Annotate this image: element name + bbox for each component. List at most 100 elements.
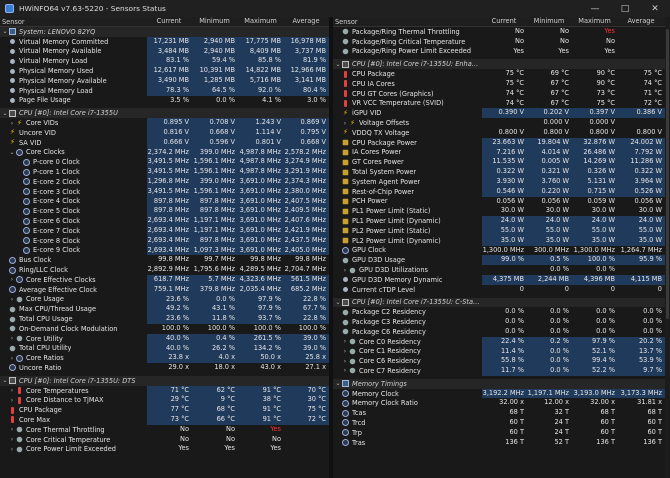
sensor-row[interactable]: CPU GT Cores (Graphics) 74 °C 67 °C 73 °C 71…: [333, 89, 670, 99]
sensor-row[interactable]: › Core C1 Residency 11.4 % 0.0 % 52.1 % 13.7 …: [333, 346, 670, 357]
sensor-row[interactable]: Tras 136 T 52 T 136 T 136 T: [333, 438, 670, 448]
sensor-row[interactable]: Current cTDP Level 0 0 0 0: [333, 285, 670, 295]
expand-chevron-icon[interactable]: ›: [8, 276, 16, 283]
sensor-row[interactable]: › Core Usage 23.6 % 0.0 % 97.9 % 22.8 %: [0, 294, 329, 305]
sensor-row[interactable]: Physical Memory Used 12,617 MB 10,391 MB 14…: [0, 66, 329, 76]
expand-chevron-icon[interactable]: ›: [341, 348, 349, 355]
sensor-row[interactable]: Package C3 Residency 0.0 % 0.0 % 0.0 % 0.0 %: [333, 317, 670, 327]
header-current[interactable]: Current: [147, 17, 192, 26]
expand-chevron-icon[interactable]: ›: [8, 436, 16, 443]
sensor-row[interactable]: Page File Usage 3.5 % 0.0 % 4.1 % 3.0 %: [0, 96, 329, 106]
sensor-row[interactable]: › Core Temperatures 71 °C 62 °C 91 °C 70 °C: [0, 385, 329, 396]
sensor-row[interactable]: PL2 Power Limit (Dynamic) 35.0 W 35.0 W 35.…: [333, 235, 670, 246]
expand-chevron-icon[interactable]: ›: [341, 367, 349, 374]
sensor-row[interactable]: › GPU D3D Utilizations 0.0 % 0.0 %: [333, 265, 670, 275]
sensor-group-header[interactable]: ⌄ Memory Timings: [333, 378, 670, 389]
expand-chevron-icon[interactable]: ›: [8, 446, 16, 453]
sensor-row[interactable]: E-core 6 Clock 2,693.4 MHz 1,197.1 MHz 3,69…: [0, 216, 329, 226]
sensor-row[interactable]: › Core Effective Clocks 618.7 MHz 5.7 MHz 4,…: [0, 274, 329, 285]
sensor-row[interactable]: Max CPU/Thread Usage 49.2 % 43.1 % 97.9 % 67…: [0, 304, 329, 315]
sensor-row[interactable]: PL2 Power Limit (Static) 55.0 W 55.0 W 55.0…: [333, 225, 670, 236]
sensor-row[interactable]: › ⚡ Voltage Offsets 0.000 V 0.000 V: [333, 118, 670, 128]
sensor-row[interactable]: Core Max 73 °C 66 °C 91 °C 72 °C: [0, 415, 329, 425]
sensor-row[interactable]: CPU Package 77 °C 68 °C 91 °C 75 °C: [0, 405, 329, 416]
sensor-row[interactable]: CPU IA Cores 75 °C 67 °C 90 °C 74 °C: [333, 79, 670, 89]
sensor-row[interactable]: Virtual Memory Load 83.1 % 59.4 % 85.8 % 81.…: [0, 56, 329, 67]
expand-chevron-icon[interactable]: ›: [8, 296, 16, 303]
maximize-button[interactable]: □: [610, 0, 640, 17]
sensor-group-header[interactable]: ⌄ CPU [#0]: Intel Core i7-1355U: [0, 108, 329, 119]
expand-chevron-icon[interactable]: ›: [341, 267, 349, 274]
sensor-row[interactable]: P-core 1 Clock 3,491.5 MHz 1,596.1 MHz 4,98…: [0, 167, 329, 177]
sensor-row[interactable]: › Core Ratios 23.8 x 4.0 x 50.0 x 25.8 x: [0, 353, 329, 364]
right-sensor-pane[interactable]: Sensor Current Minimum Maximum Average P…: [333, 17, 670, 478]
sensor-row[interactable]: › Core Utility 40.0 % 0.4 % 261.5 % 39.0 %: [0, 333, 329, 344]
sensor-row[interactable]: ⌄ Core Clocks 2,374.2 MHz 399.0 MHz 4,987.8 …: [0, 147, 329, 158]
sensor-row[interactable]: › Core Distance to TjMAX 29 °C 9 °C 38 °C 30 …: [0, 395, 329, 406]
sensor-row[interactable]: Average Effective Clock 759.1 MHz 379.8 MH…: [0, 284, 329, 295]
sensor-row[interactable]: ⚡ SA VID 0.666 V 0.596 V 0.801 V 0.668 V: [0, 137, 329, 148]
sensor-row[interactable]: System Agent Power 3.930 W 3.760 W 5.131 W3…: [333, 176, 670, 187]
sensor-row[interactable]: CPU Package 75 °C 69 °C 90 °C 75 °C: [333, 69, 670, 79]
expand-chevron-icon[interactable]: ›: [8, 335, 16, 342]
sensor-row[interactable]: › Core Power Limit Exceeded Yes Yes Yes: [0, 444, 329, 454]
expand-chevron-icon[interactable]: ›: [341, 120, 349, 127]
sensor-row[interactable]: IA Cores Power 7.216 W 4.014 W 26.486 W 7.79…: [333, 147, 670, 158]
sensor-row[interactable]: Package C2 Residency 0.0 % 0.0 % 0.0 % 0.0 %: [333, 307, 670, 317]
header-minimum[interactable]: Minimum: [192, 17, 238, 26]
sensor-row[interactable]: ⚡ Uncore VID 0.816 V 0.668 V 1.114 V 0.795 V: [0, 127, 329, 138]
sensor-row[interactable]: Total CPU Utility 40.0 % 26.2 % 134.2 % 39.0…: [0, 343, 329, 354]
sensor-row[interactable]: › ⚡ Core VIDs 0.895 V 0.708 V 1.243 V 0.869 V: [0, 118, 329, 128]
scrollbar-thumb[interactable]: [666, 29, 669, 319]
expand-chevron-icon[interactable]: ›: [341, 358, 349, 365]
sensor-row[interactable]: E-core 4 Clock 897.8 MHz 897.8 MHz 3,691.0 …: [0, 196, 329, 207]
sensor-group-header[interactable]: ⌄ CPU [#0]: Intel Core i7-1355U: DTS: [0, 375, 329, 386]
expand-chevron-icon[interactable]: ›: [341, 338, 349, 345]
header-maximum[interactable]: Maximum: [238, 17, 284, 26]
sensor-row[interactable]: Virtual Memory Committed 17,231 MB 2,940 M…: [0, 36, 329, 47]
column-header[interactable]: Sensor Current Minimum Maximum Average: [333, 17, 670, 27]
sensor-row[interactable]: ⚡ iGPU VID 0.390 V 0.202 V 0.397 V 0.386 V: [333, 108, 670, 119]
sensor-row[interactable]: Total CPU Usage 23.6 % 11.8 % 93.7 % 22.8 %: [0, 314, 329, 324]
sensor-row[interactable]: ⚡ VDDQ TX Voltage 0.800 V 0.800 V 0.800 V 0.8…: [333, 128, 670, 138]
sensor-row[interactable]: › Core Thermal Throttling No No Yes: [0, 425, 329, 435]
collapse-chevron-icon[interactable]: ⌄: [1, 28, 9, 35]
scrollbar[interactable]: [665, 17, 670, 478]
sensor-row[interactable]: On-Demand Clock Modulation 100.0 % 100.0 %…: [0, 324, 329, 334]
sensor-row[interactable]: E-core 9 Clock 2,693.4 MHz 1,097.3 MHz 3,69…: [0, 245, 329, 256]
sensor-row[interactable]: Tcas 68 T 32 T 68 T 68 T: [333, 408, 670, 418]
header-average[interactable]: Average: [284, 17, 329, 26]
header-sensor[interactable]: Sensor: [333, 18, 482, 26]
expand-chevron-icon[interactable]: ›: [8, 387, 16, 394]
expand-chevron-icon[interactable]: ›: [8, 120, 16, 127]
sensor-row[interactable]: Physical Memory Available 3,490 MB 1,285 M…: [0, 75, 329, 86]
collapse-chevron-icon[interactable]: ⌄: [1, 110, 9, 117]
sensor-row[interactable]: GT Cores Power 11.535 W 0.005 W 14.269 W 11.…: [333, 157, 670, 168]
sensor-row[interactable]: GPU D3D Memory Dynamic 4,375 MB 2,244 MB 4,…: [333, 274, 670, 285]
sensor-row[interactable]: Package/Ring Thermal Throttling No No Yes: [333, 27, 670, 37]
header-minimum[interactable]: Minimum: [527, 17, 572, 26]
expand-chevron-icon[interactable]: ›: [8, 355, 16, 362]
sensor-row[interactable]: Package/Ring Critical Temperature No No No: [333, 37, 670, 47]
header-current[interactable]: Current: [482, 17, 527, 26]
collapse-chevron-icon[interactable]: ⌄: [334, 299, 342, 306]
column-header[interactable]: Sensor Current Minimum Maximum Average: [0, 17, 329, 27]
collapse-chevron-icon[interactable]: ⌄: [334, 380, 342, 387]
sensor-row[interactable]: Trcd 60 T 24 T 60 T 60 T: [333, 418, 670, 428]
expand-chevron-icon[interactable]: ›: [8, 397, 16, 404]
sensor-row[interactable]: Total System Power 0.322 W 0.321 W 0.326 W0…: [333, 167, 670, 177]
sensor-row[interactable]: › Core C6 Residency 55.8 % 0.0 % 99.4 % 53.9 …: [333, 356, 670, 367]
sensor-row[interactable]: Memory Clock Ratio 32.00 x 12.00 x 32.00 x 3…: [333, 398, 670, 408]
sensor-row[interactable]: E-core 7 Clock 2,693.4 MHz 1,197.1 MHz 3,69…: [0, 225, 329, 236]
sensor-row[interactable]: Memory Clock 3,192.2 MHz 1,197.1 MHz 3,193.…: [333, 388, 670, 399]
sensor-row[interactable]: Bus Clock 99.8 MHz 99.7 MHz 99.8 MHz 99.8 MH…: [0, 255, 329, 265]
minimize-button[interactable]: —: [580, 0, 610, 17]
sensor-row[interactable]: › Core C0 Residency 22.4 % 0.2 % 97.9 % 20.2 …: [333, 336, 670, 347]
sensor-row[interactable]: VR VCC Temperature (SVID) 74 °C 67 °C 75 °C…: [333, 99, 670, 109]
sensor-row[interactable]: Rest-of-Chip Power 0.546 W 0.220 W 0.715 W0…: [333, 186, 670, 197]
sensor-group-header[interactable]: ⌄ System: LENOVO 82YQ: [0, 27, 329, 37]
sensor-row[interactable]: Package C6 Residency 0.0 % 0.0 % 0.0 % 0.0 %: [333, 327, 670, 337]
sensor-row[interactable]: P-core 0 Clock 3,491.5 MHz 1,596.1 MHz 4,98…: [0, 157, 329, 168]
sensor-row[interactable]: Ring/LLC Clock 2,892.9 MHz 1,795.6 MHz 4,28…: [0, 265, 329, 275]
sensor-row[interactable]: CPU Package Power 23.663 W 19.804 W 32.876 …: [333, 137, 670, 148]
